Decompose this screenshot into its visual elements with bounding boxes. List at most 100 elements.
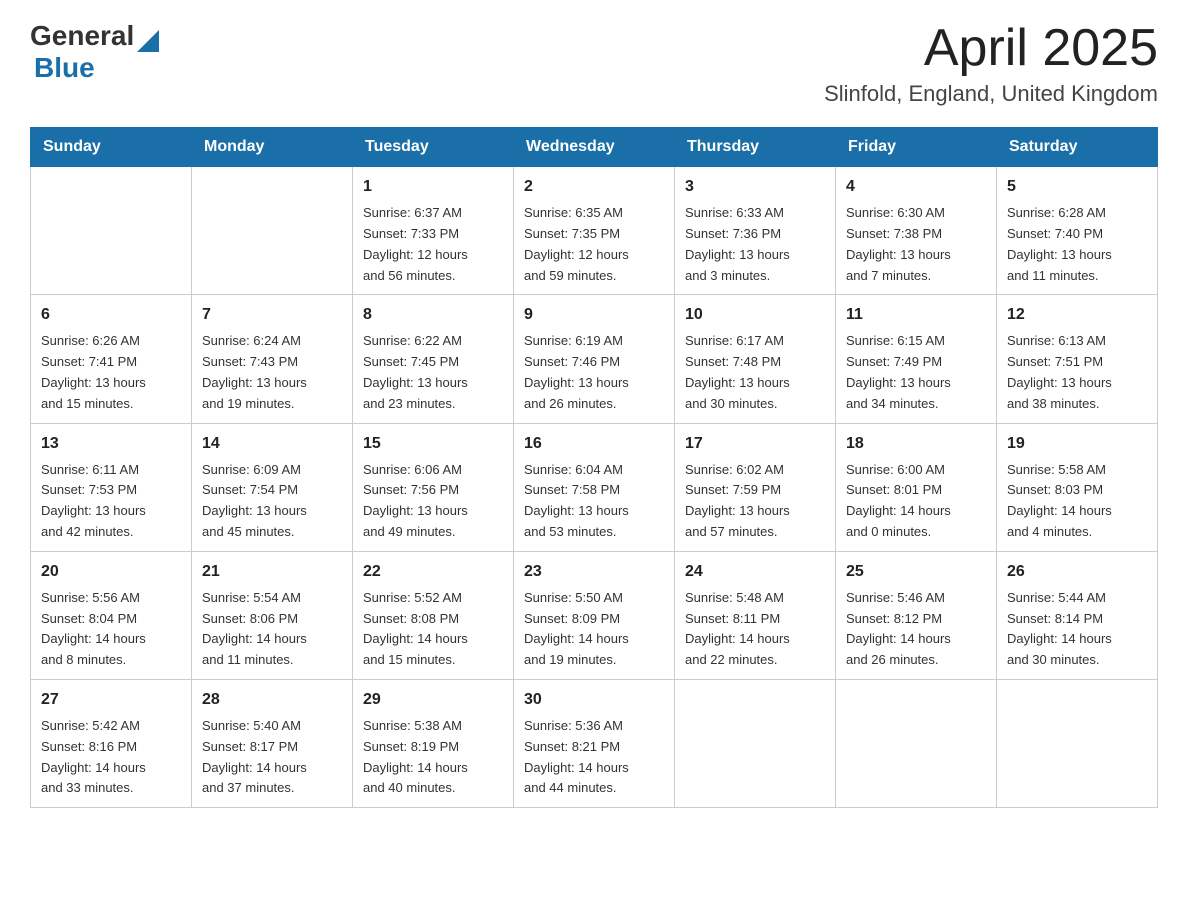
calendar-week-row: 27 Sunrise: 5:42 AM Sunset: 8:16 PM Dayli… xyxy=(31,679,1158,807)
col-header-friday: Friday xyxy=(836,128,997,167)
calendar-cell: 28 Sunrise: 5:40 AM Sunset: 8:17 PM Dayli… xyxy=(192,679,353,807)
day-info: Sunrise: 5:40 AM Sunset: 8:17 PM Dayligh… xyxy=(202,716,342,799)
calendar-cell xyxy=(675,679,836,807)
day-info: Sunrise: 6:24 AM Sunset: 7:43 PM Dayligh… xyxy=(202,331,342,414)
day-info: Sunrise: 6:35 AM Sunset: 7:35 PM Dayligh… xyxy=(524,203,664,286)
col-header-saturday: Saturday xyxy=(997,128,1158,167)
calendar-cell: 30 Sunrise: 5:36 AM Sunset: 8:21 PM Dayli… xyxy=(514,679,675,807)
day-info: Sunrise: 6:37 AM Sunset: 7:33 PM Dayligh… xyxy=(363,203,503,286)
day-info: Sunrise: 6:15 AM Sunset: 7:49 PM Dayligh… xyxy=(846,331,986,414)
calendar-cell: 11 Sunrise: 6:15 AM Sunset: 7:49 PM Dayli… xyxy=(836,295,997,423)
day-info: Sunrise: 6:19 AM Sunset: 7:46 PM Dayligh… xyxy=(524,331,664,414)
day-number: 16 xyxy=(524,432,664,456)
calendar-cell: 9 Sunrise: 6:19 AM Sunset: 7:46 PM Daylig… xyxy=(514,295,675,423)
day-info: Sunrise: 5:42 AM Sunset: 8:16 PM Dayligh… xyxy=(41,716,181,799)
calendar-cell xyxy=(192,167,353,295)
day-number: 12 xyxy=(1007,303,1147,327)
day-info: Sunrise: 6:30 AM Sunset: 7:38 PM Dayligh… xyxy=(846,203,986,286)
day-number: 22 xyxy=(363,560,503,584)
day-number: 5 xyxy=(1007,175,1147,199)
day-info: Sunrise: 6:28 AM Sunset: 7:40 PM Dayligh… xyxy=(1007,203,1147,286)
calendar-cell: 22 Sunrise: 5:52 AM Sunset: 8:08 PM Dayli… xyxy=(353,551,514,679)
day-number: 4 xyxy=(846,175,986,199)
day-number: 3 xyxy=(685,175,825,199)
day-info: Sunrise: 5:50 AM Sunset: 8:09 PM Dayligh… xyxy=(524,588,664,671)
day-number: 13 xyxy=(41,432,181,456)
day-number: 30 xyxy=(524,688,664,712)
day-info: Sunrise: 6:17 AM Sunset: 7:48 PM Dayligh… xyxy=(685,331,825,414)
day-info: Sunrise: 5:56 AM Sunset: 8:04 PM Dayligh… xyxy=(41,588,181,671)
day-info: Sunrise: 5:52 AM Sunset: 8:08 PM Dayligh… xyxy=(363,588,503,671)
day-number: 14 xyxy=(202,432,342,456)
calendar-cell: 29Sunrise: 5:38 AM Sunset: 8:19 PM Dayli… xyxy=(353,679,514,807)
day-number: 6 xyxy=(41,303,181,327)
calendar-cell: 24 Sunrise: 5:48 AM Sunset: 8:11 PM Dayli… xyxy=(675,551,836,679)
day-number: 17 xyxy=(685,432,825,456)
day-info: Sunrise: 5:36 AM Sunset: 8:21 PM Dayligh… xyxy=(524,716,664,799)
day-info: Sunrise: 6:09 AM Sunset: 7:54 PM Dayligh… xyxy=(202,460,342,543)
day-number: 29 xyxy=(363,688,503,712)
day-info: Sunrise: 6:00 AM Sunset: 8:01 PM Dayligh… xyxy=(846,460,986,543)
day-number: 18 xyxy=(846,432,986,456)
calendar-cell: 26Sunrise: 5:44 AM Sunset: 8:14 PM Dayli… xyxy=(997,551,1158,679)
day-number: 15 xyxy=(363,432,503,456)
day-info: Sunrise: 6:06 AM Sunset: 7:56 PM Dayligh… xyxy=(363,460,503,543)
calendar-cell: 18 Sunrise: 6:00 AM Sunset: 8:01 PM Dayli… xyxy=(836,423,997,551)
col-header-thursday: Thursday xyxy=(675,128,836,167)
calendar-cell: 16 Sunrise: 6:04 AM Sunset: 7:58 PM Dayli… xyxy=(514,423,675,551)
day-number: 19 xyxy=(1007,432,1147,456)
day-info: Sunrise: 6:04 AM Sunset: 7:58 PM Dayligh… xyxy=(524,460,664,543)
calendar-cell: 12 Sunrise: 6:13 AM Sunset: 7:51 PM Dayli… xyxy=(997,295,1158,423)
day-number: 26 xyxy=(1007,560,1147,584)
calendar-cell: 6Sunrise: 6:26 AM Sunset: 7:41 PM Daylig… xyxy=(31,295,192,423)
title-block: April 2025 Slinfold, England, United Kin… xyxy=(824,20,1158,107)
day-info: Sunrise: 5:58 AM Sunset: 8:03 PM Dayligh… xyxy=(1007,460,1147,543)
day-info: Sunrise: 5:46 AM Sunset: 8:12 PM Dayligh… xyxy=(846,588,986,671)
calendar-cell xyxy=(31,167,192,295)
calendar-cell: 21 Sunrise: 5:54 AM Sunset: 8:06 PM Dayli… xyxy=(192,551,353,679)
calendar-cell: 20 Sunrise: 5:56 AM Sunset: 8:04 PM Dayli… xyxy=(31,551,192,679)
calendar-week-row: 6Sunrise: 6:26 AM Sunset: 7:41 PM Daylig… xyxy=(31,295,1158,423)
day-number: 20 xyxy=(41,560,181,584)
col-header-sunday: Sunday xyxy=(31,128,192,167)
calendar-cell: 23 Sunrise: 5:50 AM Sunset: 8:09 PM Dayli… xyxy=(514,551,675,679)
day-info: Sunrise: 6:13 AM Sunset: 7:51 PM Dayligh… xyxy=(1007,331,1147,414)
calendar-cell: 2Sunrise: 6:35 AM Sunset: 7:35 PM Daylig… xyxy=(514,167,675,295)
day-number: 9 xyxy=(524,303,664,327)
day-number: 27 xyxy=(41,688,181,712)
day-info: Sunrise: 6:11 AM Sunset: 7:53 PM Dayligh… xyxy=(41,460,181,543)
calendar-cell: 3Sunrise: 6:33 AM Sunset: 7:36 PM Daylig… xyxy=(675,167,836,295)
logo: General Blue xyxy=(30,20,159,84)
calendar-table: SundayMondayTuesdayWednesdayThursdayFrid… xyxy=(30,127,1158,808)
day-number: 25 xyxy=(846,560,986,584)
logo-text-general: General xyxy=(30,20,134,52)
day-info: Sunrise: 5:54 AM Sunset: 8:06 PM Dayligh… xyxy=(202,588,342,671)
day-number: 24 xyxy=(685,560,825,584)
day-info: Sunrise: 5:48 AM Sunset: 8:11 PM Dayligh… xyxy=(685,588,825,671)
day-info: Sunrise: 6:02 AM Sunset: 7:59 PM Dayligh… xyxy=(685,460,825,543)
logo-text-blue: Blue xyxy=(34,52,95,84)
calendar-week-row: 20 Sunrise: 5:56 AM Sunset: 8:04 PM Dayli… xyxy=(31,551,1158,679)
calendar-cell: 1 Sunrise: 6:37 AM Sunset: 7:33 PM Daylig… xyxy=(353,167,514,295)
calendar-cell: 13 Sunrise: 6:11 AM Sunset: 7:53 PM Dayli… xyxy=(31,423,192,551)
day-number: 28 xyxy=(202,688,342,712)
day-number: 11 xyxy=(846,303,986,327)
day-number: 10 xyxy=(685,303,825,327)
calendar-cell xyxy=(836,679,997,807)
day-number: 1 xyxy=(363,175,503,199)
calendar-cell: 15 Sunrise: 6:06 AM Sunset: 7:56 PM Dayli… xyxy=(353,423,514,551)
col-header-wednesday: Wednesday xyxy=(514,128,675,167)
calendar-cell: 14 Sunrise: 6:09 AM Sunset: 7:54 PM Dayli… xyxy=(192,423,353,551)
day-number: 21 xyxy=(202,560,342,584)
calendar-week-row: 1 Sunrise: 6:37 AM Sunset: 7:33 PM Daylig… xyxy=(31,167,1158,295)
calendar-cell: 25 Sunrise: 5:46 AM Sunset: 8:12 PM Dayli… xyxy=(836,551,997,679)
calendar-cell xyxy=(997,679,1158,807)
page-header: General Blue April 2025 Slinfold, Englan… xyxy=(30,20,1158,107)
day-number: 23 xyxy=(524,560,664,584)
calendar-cell: 10 Sunrise: 6:17 AM Sunset: 7:48 PM Dayli… xyxy=(675,295,836,423)
calendar-cell: 7Sunrise: 6:24 AM Sunset: 7:43 PM Daylig… xyxy=(192,295,353,423)
calendar-week-row: 13 Sunrise: 6:11 AM Sunset: 7:53 PM Dayli… xyxy=(31,423,1158,551)
calendar-cell: 4 Sunrise: 6:30 AM Sunset: 7:38 PM Daylig… xyxy=(836,167,997,295)
calendar-cell: 19 Sunrise: 5:58 AM Sunset: 8:03 PM Dayli… xyxy=(997,423,1158,551)
calendar-cell: 27 Sunrise: 5:42 AM Sunset: 8:16 PM Dayli… xyxy=(31,679,192,807)
